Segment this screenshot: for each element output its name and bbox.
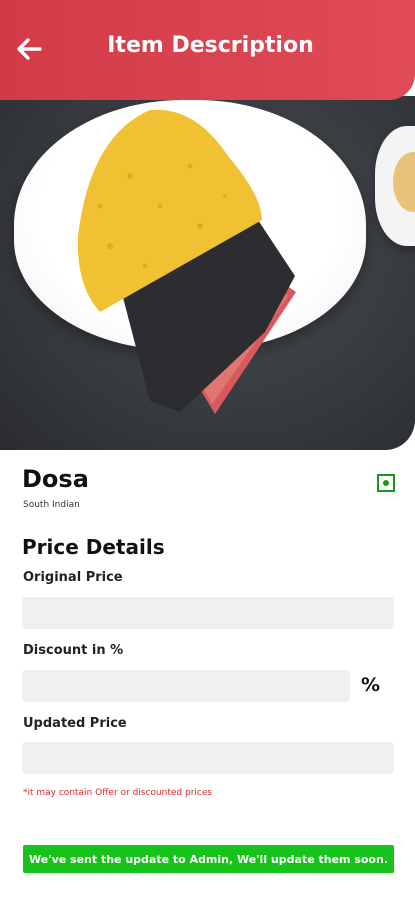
item-name: Dosa bbox=[22, 465, 89, 493]
item-cuisine: South Indian bbox=[23, 500, 80, 510]
original-price-label: Original Price bbox=[23, 570, 123, 585]
dosa-illustration bbox=[77, 109, 296, 414]
price-details-title: Price Details bbox=[22, 535, 165, 559]
price-note: *it may contain Offer or discounted pric… bbox=[23, 788, 213, 798]
item-image bbox=[0, 96, 415, 450]
percent-sign: % bbox=[361, 674, 381, 696]
veg-indicator-dot bbox=[383, 480, 389, 486]
bowl-contents bbox=[393, 152, 415, 212]
updated-price-label: Updated Price bbox=[23, 716, 127, 731]
discount-label: Discount in % bbox=[23, 643, 124, 658]
veg-indicator-icon bbox=[377, 474, 395, 492]
page-title: Item Description bbox=[107, 33, 314, 58]
update-toast: We've sent the update to Admin, We'll up… bbox=[23, 845, 394, 873]
discount-input[interactable] bbox=[22, 670, 350, 702]
updated-price-input[interactable] bbox=[22, 742, 394, 774]
app-header: Item Description bbox=[0, 0, 415, 100]
original-price-input[interactable] bbox=[22, 597, 394, 629]
